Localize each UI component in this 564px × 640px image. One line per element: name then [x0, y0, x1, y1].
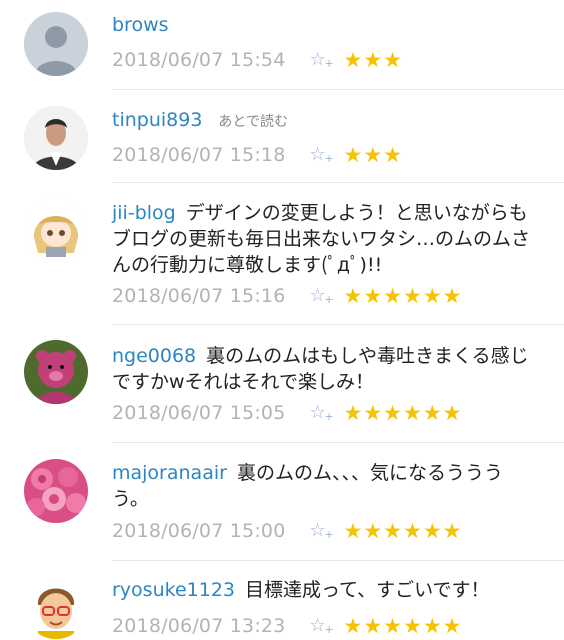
default-person-avatar[interactable]: [24, 12, 88, 76]
timestamp[interactable]: 2018/06/07 15:18: [112, 144, 286, 166]
username-link[interactable]: tinpui893: [112, 109, 202, 131]
divider: [112, 182, 564, 183]
timestamp[interactable]: 2018/06/07 15:54: [112, 49, 286, 71]
add-star-icon[interactable]: ☆ +: [310, 50, 338, 71]
divider: [112, 560, 564, 561]
star-rating: ★★★: [343, 48, 403, 72]
read-later-label: あとで読む: [218, 114, 289, 130]
divider: [112, 89, 564, 90]
username-link[interactable]: majoranaair: [112, 462, 227, 484]
star-rating: ★★★★★★: [343, 401, 463, 425]
divider: [112, 442, 564, 443]
timestamp[interactable]: 2018/06/07 15:05: [112, 402, 286, 424]
timestamp[interactable]: 2018/06/07 13:23: [112, 615, 286, 637]
star-rating: ★★★: [343, 143, 403, 167]
anime-girl-avatar[interactable]: [24, 197, 88, 261]
username-link[interactable]: jii-blog: [112, 202, 176, 224]
man-photo-avatar[interactable]: [24, 106, 88, 170]
username-link[interactable]: brows: [112, 14, 169, 36]
add-star-icon[interactable]: ☆ +: [310, 145, 338, 166]
star-rating: ★★★★★★: [343, 284, 463, 308]
username-link[interactable]: ryosuke1123: [112, 579, 235, 601]
username-link[interactable]: nge0068: [112, 345, 196, 367]
add-star-icon[interactable]: ☆ +: [310, 616, 338, 637]
add-star-icon[interactable]: ☆ +: [310, 286, 338, 307]
star-rating: ★★★★★★: [343, 519, 463, 543]
add-star-icon[interactable]: ☆ +: [310, 403, 338, 424]
timestamp[interactable]: 2018/06/07 15:00: [112, 520, 286, 542]
cartoon-boy-avatar[interactable]: [24, 575, 88, 639]
star-rating: ★★★★★★: [343, 614, 463, 638]
pink-bear-avatar[interactable]: [24, 340, 88, 404]
roses-avatar[interactable]: [24, 459, 88, 523]
comment-text: 目標達成って、すごいです！: [245, 579, 490, 601]
timestamp[interactable]: 2018/06/07 15:16: [112, 285, 286, 307]
add-star-icon[interactable]: ☆ +: [310, 521, 338, 542]
divider: [112, 324, 564, 325]
